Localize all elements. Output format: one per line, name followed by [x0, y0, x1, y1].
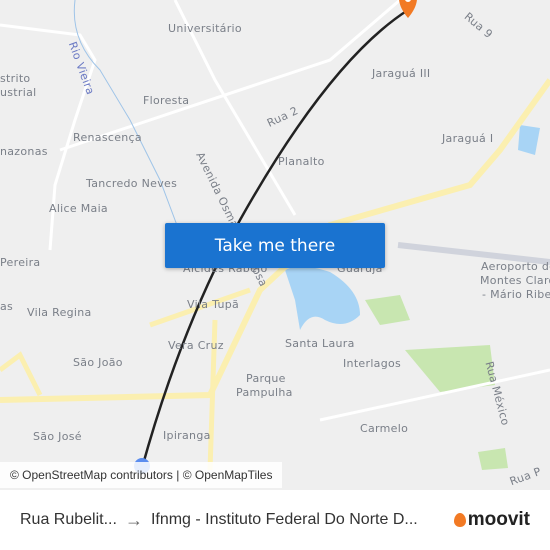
- map-label: strito: [0, 72, 31, 85]
- map-label: - Mário Ribeiro: [482, 288, 550, 301]
- map-label: ustrial: [0, 86, 37, 99]
- footer: Rua Rubelit... → Ifnmg - Instituto Feder…: [0, 490, 550, 550]
- map-label: Jaraguá I: [442, 132, 494, 145]
- river: [73, 0, 191, 261]
- map-label: Universitário: [168, 22, 242, 35]
- water: [518, 125, 540, 155]
- map-label: Santa Laura: [285, 337, 355, 350]
- destination-name: Ifnmg - Instituto Federal Do Norte D...: [150, 511, 418, 528]
- moovit-pin-icon: [453, 513, 466, 527]
- origin-name: Rua Rubelit...: [20, 511, 117, 528]
- map-label: São José: [33, 430, 82, 443]
- map-label: Planalto: [278, 155, 325, 168]
- brand-name: moovit: [467, 509, 530, 530]
- map-label: Alice Maia: [49, 202, 108, 215]
- map-label: as: [0, 300, 14, 313]
- map-label: nazonas: [0, 145, 48, 158]
- map-label: Montes Claros: [480, 274, 550, 287]
- map-label: Aeroporto de: [481, 260, 550, 273]
- map-label: Vila Regina: [27, 306, 92, 319]
- park: [365, 295, 410, 325]
- lake: [285, 266, 360, 330]
- map-label: Parque: [246, 372, 286, 385]
- map-label: Vera Cruz: [168, 339, 224, 352]
- park: [478, 448, 508, 470]
- map-label: São João: [73, 356, 123, 369]
- arrow-right-icon: →: [124, 509, 143, 530]
- take-me-there-button[interactable]: Take me there: [165, 223, 385, 268]
- map-label: Floresta: [143, 94, 190, 107]
- map-label: Jaraguá III: [372, 67, 431, 80]
- map-label: Pereira: [0, 256, 41, 269]
- map-label: Renascença: [73, 131, 142, 144]
- map-label: Pampulha: [236, 386, 293, 399]
- moovit-logo[interactable]: moovit: [453, 509, 530, 531]
- map-attribution[interactable]: © OpenStreetMap contributors | © OpenMap…: [0, 462, 283, 488]
- map-label: Tancredo Neves: [86, 177, 178, 190]
- map-label: Ipiranga: [163, 429, 211, 442]
- map[interactable]: Universitário strito ustrial Floresta Renasc…: [0, 0, 550, 490]
- map-label: Carmelo: [360, 422, 409, 435]
- map-label: Interlagos: [343, 357, 402, 370]
- map-label: Vila Tupã: [187, 298, 240, 311]
